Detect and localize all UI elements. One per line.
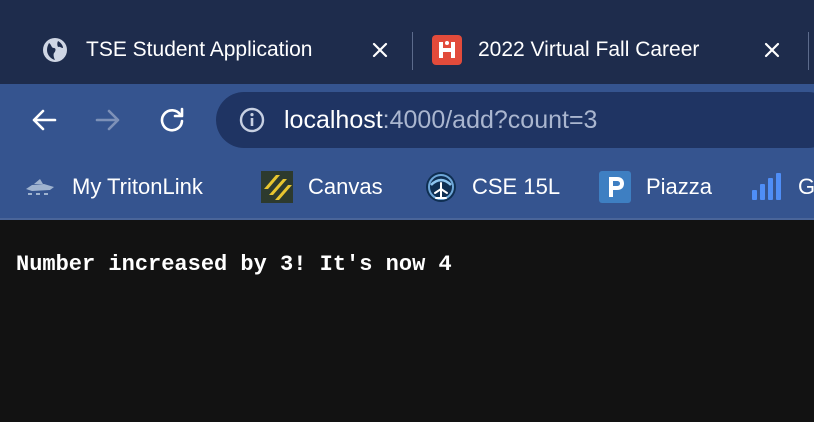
tab-divider (808, 32, 809, 70)
bookmark-g[interactable]: G (750, 170, 814, 204)
bookmark-piazza[interactable]: Piazza (598, 170, 712, 204)
bookmark-label: G (798, 174, 814, 199)
piazza-icon (598, 170, 632, 204)
bookmark-canvas[interactable]: Canvas (260, 170, 383, 204)
tab-virtual-fall-career[interactable]: 2022 Virtual Fall Career (420, 26, 808, 74)
bookmark-cse-15l[interactable]: CSE 15L (424, 170, 560, 204)
forward-button[interactable] (88, 100, 128, 140)
handshake-icon (432, 35, 462, 65)
back-button[interactable] (24, 100, 64, 140)
url-host: localhost (284, 105, 383, 134)
tab-title: TSE Student Application (86, 38, 313, 61)
bookmark-label: My TritonLink (72, 174, 203, 199)
response-message: Number increased by 3! It's now 4 (16, 252, 452, 277)
tab-divider (412, 32, 413, 70)
reload-button[interactable] (152, 100, 192, 140)
close-icon[interactable] (368, 38, 392, 62)
address-url: localhost:4000/add?count=3 (284, 106, 597, 135)
tritonlink-icon (24, 170, 58, 204)
bookmark-label: Piazza (646, 174, 713, 199)
arrow-right-icon (95, 109, 120, 131)
tab-strip: TSE Student Application 2022 Virtual Fal… (0, 0, 814, 84)
cse15l-icon (424, 170, 458, 204)
reload-icon (160, 107, 184, 132)
bookmarks-bar: My TritonLink Canvas CSE 15L Piazza G (0, 156, 814, 220)
globe-icon (40, 35, 70, 65)
url-path: :4000/add?count=3 (382, 105, 598, 134)
tab-tse-student-application[interactable]: TSE Student Application (28, 26, 412, 74)
page-content: Number increased by 3! It's now 4 (0, 222, 814, 422)
tab-title: 2022 Virtual Fall Career (478, 38, 700, 61)
arrow-left-icon (32, 109, 57, 131)
address-bar[interactable]: localhost:4000/add?count=3 (216, 92, 814, 148)
close-icon[interactable] (760, 38, 784, 62)
bookmark-my-tritonlink[interactable]: My TritonLink (24, 170, 203, 204)
bookmark-label: Canvas (308, 174, 383, 199)
browser-window: TSE Student Application 2022 Virtual Fal… (0, 0, 814, 422)
info-icon[interactable] (238, 106, 266, 134)
bookmark-label: CSE 15L (472, 174, 561, 199)
bar-chart-icon (750, 170, 784, 204)
toolbar: localhost:4000/add?count=3 (0, 84, 814, 156)
canvas-icon (260, 170, 294, 204)
